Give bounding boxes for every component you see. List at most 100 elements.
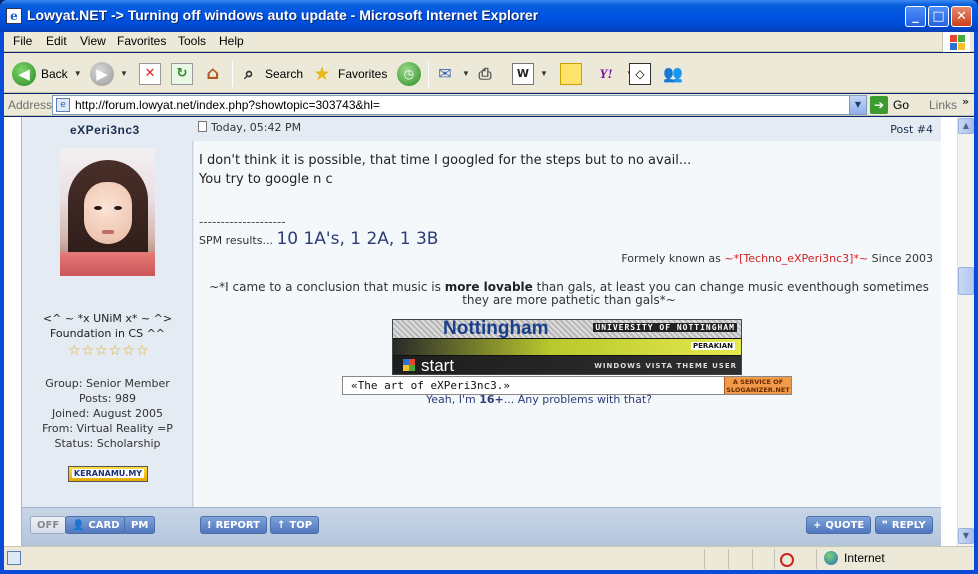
go-label: Go [893, 98, 910, 112]
minimize-button[interactable]: _ [905, 6, 926, 27]
menu-file[interactable]: File [13, 34, 32, 48]
discuss-button[interactable] [560, 60, 582, 87]
search-label: Search [265, 66, 304, 81]
post-doc-icon [198, 121, 207, 132]
card-label: CARD [88, 519, 120, 531]
back-button[interactable]: ◀ Back ▼ [12, 60, 82, 87]
quote-button[interactable]: + QUOTE [806, 516, 872, 534]
url-text[interactable]: http://forum.lowyat.net/index.php?showto… [75, 98, 380, 112]
report-button[interactable]: ! REPORT [200, 516, 267, 534]
badge-text: KERANAMU.MY [71, 469, 145, 478]
top-arrow-icon: ↑ [277, 519, 286, 531]
spm-grades: 10 1A's, 1 2A, 1 3B [276, 229, 439, 249]
forward-button[interactable]: ▶ ▼ [90, 60, 128, 87]
history-button[interactable]: ◷ [397, 60, 421, 87]
toolbar-separator [232, 61, 233, 87]
messenger-button[interactable]: 👥 [662, 60, 684, 87]
signature-quote: ~*I came to a conclusion that music is m… [209, 281, 929, 307]
popup-blocked-icon[interactable] [780, 551, 796, 567]
member-joined: Joined: August 2005 [52, 407, 163, 420]
signature-banner: Nottingham UNIVERSITY OF NOTTINGHAM PERA… [392, 319, 742, 375]
post-body: I don't think it is possible, that time … [199, 151, 934, 249]
user-card-icon: 👤 [72, 519, 85, 531]
title-bar: e Lowyat.NET -> Turning off windows auto… [0, 0, 978, 32]
links-label[interactable]: Links [929, 98, 957, 112]
menu-help[interactable]: Help [219, 34, 244, 48]
quote-label: QUOTE [825, 519, 865, 531]
card-button[interactable]: 👤 CARD [65, 516, 127, 534]
window-title: Lowyat.NET -> Turning off windows auto u… [27, 7, 539, 23]
security-zone[interactable]: Internet [824, 551, 885, 565]
menu-edit[interactable]: Edit [46, 34, 67, 48]
home-button[interactable]: ⌂ [202, 60, 224, 87]
author-panel: <^ ~ *x UNiM x* ~ ^> Foundation in CS ^^… [22, 141, 193, 507]
favorites-button[interactable]: ★ Favorites [311, 60, 387, 87]
back-dropdown-icon[interactable]: ▼ [74, 69, 82, 78]
off-label: OFF [37, 519, 60, 531]
address-input[interactable]: e http://forum.lowyat.net/index.php?show… [52, 95, 867, 115]
mail-button[interactable]: ✉ ▼ [434, 60, 470, 87]
address-dropdown-icon[interactable]: ▼ [849, 96, 866, 114]
post-number-link[interactable]: Post #4 [890, 123, 933, 136]
refresh-button[interactable]: ↻ [171, 60, 193, 87]
reply-quote-icon: ❞ [882, 519, 888, 531]
history-icon: ◷ [397, 61, 421, 86]
go-button[interactable]: ➔ Go [870, 96, 909, 114]
close-button[interactable]: ✕ [951, 6, 972, 27]
ie-app-icon: e [6, 8, 22, 24]
edit-dropdown-icon[interactable]: ▼ [540, 69, 548, 78]
maximize-button[interactable]: □ [928, 6, 949, 27]
member-title-line1: <^ ~ *x UNiM x* ~ ^> [42, 312, 173, 325]
member-title-line2: Foundation in CS ^^ [49, 327, 166, 340]
online-status-button[interactable]: OFF [30, 516, 67, 534]
timestamp-text: Today, 05:42 PM [211, 121, 302, 134]
pm-button[interactable]: PM [124, 516, 156, 534]
post-content: I don't think it is possible, that time … [194, 141, 941, 507]
go-arrow-icon: ➔ [870, 96, 888, 114]
reply-button[interactable]: ❞ REPLY [875, 516, 933, 534]
sloganizer-credit[interactable]: A SERVICE OF SLOGANIZER.NET [724, 377, 791, 394]
scroll-up-icon[interactable]: ▲ [958, 118, 974, 134]
status-divider [774, 549, 775, 569]
vertical-scrollbar[interactable]: ▲ ▼ [957, 117, 974, 546]
menu-view[interactable]: View [80, 34, 106, 48]
print-button[interactable]: ⎙ [474, 60, 496, 87]
menu-tools[interactable]: Tools [178, 34, 206, 48]
word-icon: W [512, 62, 534, 85]
stop-button[interactable]: ✕ [139, 60, 161, 87]
star-icon: ☆ [122, 343, 135, 359]
scroll-thumb[interactable] [958, 267, 974, 295]
member-badge[interactable]: KERANAMU.MY [68, 466, 148, 482]
member-status: Status: Scholarship [54, 437, 161, 450]
forward-dropdown-icon[interactable]: ▼ [120, 69, 128, 78]
mail-dropdown-icon[interactable]: ▼ [462, 69, 470, 78]
status-divider [728, 549, 729, 569]
member-info: Group: Senior Member Posts: 989 Joined: … [22, 376, 193, 451]
forward-arrow-icon: ▶ [90, 61, 114, 86]
status-bar: Internet [4, 546, 974, 570]
note-icon [560, 62, 582, 85]
research-button[interactable]: ◇ [629, 60, 651, 87]
star-icon: ☆ [135, 343, 149, 359]
rank-pips: ☆ ☆ ☆ ☆ ☆ ☆ [68, 344, 148, 360]
top-button[interactable]: ↑ TOP [270, 516, 320, 534]
yahoo-icon: Y! [599, 65, 613, 81]
post-line: You try to google n c [199, 172, 333, 187]
print-icon: ⎙ [478, 63, 492, 83]
search-button[interactable]: ⌕ Search [238, 60, 303, 87]
page-icon: e [56, 98, 70, 112]
formerly-known-as: Formely known as ~*[Techno_eXPeri3nc3]*~… [621, 252, 933, 265]
links-chevron-icon[interactable]: » [962, 95, 969, 108]
edit-word-button[interactable]: W ▼ [512, 60, 548, 87]
author-name[interactable]: eXPeri3nc3 [70, 123, 140, 137]
menu-favorites[interactable]: Favorites [117, 34, 166, 48]
favorites-star-icon: ★ [313, 62, 331, 85]
quote-before: ~*I came to a conclusion that music is [209, 280, 441, 294]
star-icon: ☆ [108, 343, 122, 359]
scroll-down-icon[interactable]: ▼ [958, 528, 974, 544]
yahoo-button[interactable]: Y! ▼ [592, 60, 634, 87]
address-bar: Address e http://forum.lowyat.net/index.… [4, 94, 974, 116]
favorites-label: Favorites [338, 66, 388, 81]
standard-toolbar: ◀ Back ▼ ▶ ▼ ✕ ↻ ⌂ ⌕ Search ★ Favorites … [4, 53, 974, 93]
member-group: Group: Senior Member [45, 377, 170, 390]
